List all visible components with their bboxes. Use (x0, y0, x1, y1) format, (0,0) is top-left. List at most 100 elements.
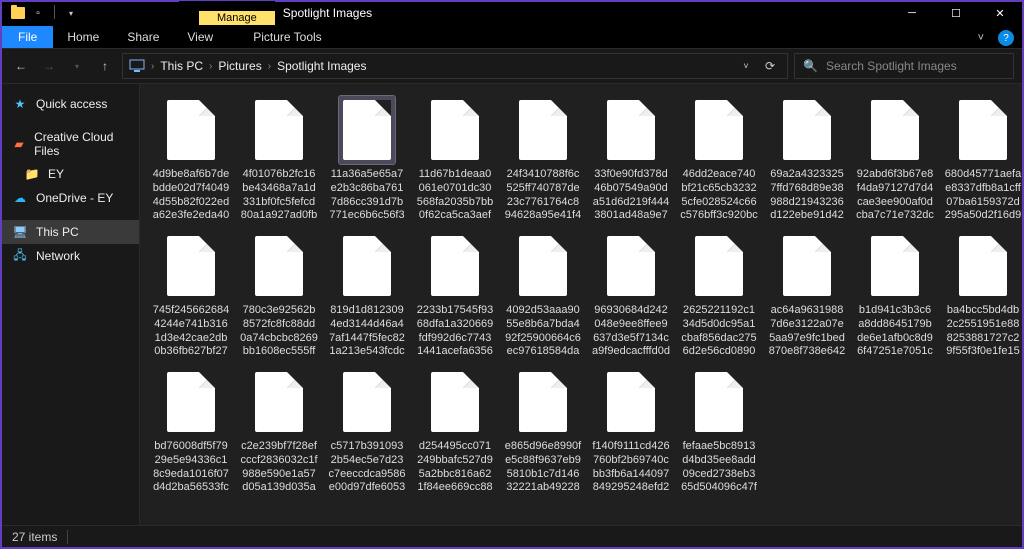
chevron-right-icon: › (151, 61, 154, 72)
file-item[interactable]: ba4bcc5bd4db2c2551951e888253881727c29f55… (942, 232, 1022, 358)
file-item[interactable]: 96930684d242048e9ee8ffee9637d3e5f7134ca9… (590, 232, 672, 358)
nav-forward-button[interactable]: → (38, 55, 60, 77)
file-name: 2625221192c134d5d0dc95a1cbaf856dac2756d2… (678, 304, 760, 358)
file-item[interactable]: f140f9111cd426760bf2b69740cbb3fb6a144097… (590, 368, 672, 494)
file-item[interactable]: 2233b17545f9368dfa1a320669fdf992d6c77431… (414, 232, 496, 358)
sidebar-item-this-pc[interactable]: 🖥This PC (2, 220, 139, 244)
file-name: 33f0e90fd378d46b07549a90da51d6d219f44438… (590, 168, 672, 222)
file-item[interactable]: 11a36a5e65a7e2b3c86ba7617d86cc391d7b771e… (326, 96, 408, 222)
sidebar-item-creative-cloud-files[interactable]: ▰Creative Cloud Files (2, 126, 139, 162)
file-icon (167, 372, 215, 432)
file-name: d254495cc071249bbafc527d95a2bbc816a621f8… (414, 440, 496, 494)
file-name: ac64a96319887d6e3122a07e5aa97e9fc1bed870… (766, 304, 848, 358)
file-name: 69a2a43233257ffd768d89e38988d21943236d12… (766, 168, 848, 222)
file-name: 92abd6f3b67e8f4da97127d7d4cae3ee900af0dc… (854, 168, 936, 222)
tab-view[interactable]: View (173, 26, 227, 48)
window-title: Spotlight Images (283, 6, 372, 20)
nav-up-button[interactable]: ↑ (94, 55, 116, 77)
file-item[interactable]: 4f01076b2fc16be43468a7a1d331bf0fc5fefcd8… (238, 96, 320, 222)
file-item[interactable]: 92abd6f3b67e8f4da97127d7d4cae3ee900af0dc… (854, 96, 936, 222)
file-icon (695, 236, 743, 296)
file-icon (959, 100, 1007, 160)
cloud-icon: ☁ (12, 190, 28, 206)
file-item[interactable]: e865d96e8990fe5c88f9637eb95810b1c7d14632… (502, 368, 584, 494)
file-item[interactable]: 4d9be8af6b7debdde02d7f40494d55b82f022eda… (150, 96, 232, 222)
breadcrumb-dropdown-icon[interactable]: ˅ (735, 54, 757, 78)
file-name: 680d45771aefae8337dfb8a1cff07ba6159372d2… (942, 168, 1022, 222)
file-icon (255, 236, 303, 296)
file-item[interactable]: d254495cc071249bbafc527d95a2bbc816a621f8… (414, 368, 496, 494)
navigation-pane: ★ Quick access ▰Creative Cloud Files📁EY☁On… (2, 84, 140, 525)
breadcrumb-current[interactable]: Spotlight Images (277, 59, 366, 73)
file-name: c5717b3910932b54ec5e7d23c7eeccdca9586e00… (326, 440, 408, 494)
sidebar-item-label: Quick access (36, 97, 107, 111)
file-name: f140f9111cd426760bf2b69740cbb3fb6a144097… (590, 440, 672, 494)
file-icon (431, 372, 479, 432)
cc-icon: ▰ (12, 136, 26, 152)
star-icon: ★ (12, 96, 28, 112)
file-name: 24f3410788f6c525ff740787de23c7761764c894… (502, 168, 584, 222)
help-icon[interactable]: ? (998, 30, 1014, 46)
pc-icon (129, 59, 145, 73)
file-item[interactable]: ac64a96319887d6e3122a07e5aa97e9fc1bed870… (766, 232, 848, 358)
file-item[interactable]: c5717b3910932b54ec5e7d23c7eeccdca9586e00… (326, 368, 408, 494)
status-item-count: 27 items (12, 530, 57, 544)
file-name: 2233b17545f9368dfa1a320669fdf992d6c77431… (414, 304, 496, 358)
sidebar-item-quick-access[interactable]: ★ Quick access (2, 92, 139, 116)
ribbon-collapse-icon[interactable]: ˅ (968, 28, 994, 48)
refresh-button[interactable]: ⟳ (759, 54, 781, 78)
search-input[interactable] (826, 59, 1005, 73)
sidebar-item-label: This PC (36, 225, 79, 239)
sidebar-item-onedrive-ey[interactable]: ☁OneDrive - EY (2, 186, 139, 210)
tab-share[interactable]: Share (113, 26, 173, 48)
file-item[interactable]: 69a2a43233257ffd768d89e38988d21943236d12… (766, 96, 848, 222)
file-item[interactable]: bd76008df5f7929e5e94336c18c9eda1016f07d4… (150, 368, 232, 494)
file-item[interactable]: fefaae5bc8913d4bd35ee8add09ced2738eb365d… (678, 368, 760, 494)
breadcrumb[interactable]: › This PC › Pictures › Spotlight Images … (122, 53, 788, 79)
file-item[interactable]: 4092d53aaa9055e8b6a7bda492f25900664c6ec9… (502, 232, 584, 358)
file-item[interactable]: 745f2456626844244e741b3161d3e42cae2db0b3… (150, 232, 232, 358)
file-item[interactable]: 33f0e90fd378d46b07549a90da51d6d219f44438… (590, 96, 672, 222)
close-button[interactable]: ✕ (978, 2, 1022, 24)
file-icon (519, 372, 567, 432)
file-item[interactable]: 11d67b1deaa0061e0701dc30568fa2035b7bb0f6… (414, 96, 496, 222)
file-item[interactable]: c2e239bf7f28efcccf2836032c1f988e590e1a57… (238, 368, 320, 494)
sidebar-item-label: EY (48, 167, 64, 181)
tab-picture-tools[interactable]: Picture Tools (239, 26, 335, 48)
file-item[interactable]: b1d941c3b3c6a8dd8645179bde6e1afb0c8d96f4… (854, 232, 936, 358)
file-icon (343, 236, 391, 296)
file-name: ba4bcc5bd4db2c2551951e888253881727c29f55… (942, 304, 1022, 358)
file-item[interactable]: 2625221192c134d5d0dc95a1cbaf856dac2756d2… (678, 232, 760, 358)
tab-home[interactable]: Home (53, 26, 113, 48)
file-name: c2e239bf7f28efcccf2836032c1f988e590e1a57… (238, 440, 320, 494)
nav-back-button[interactable]: ← (10, 55, 32, 77)
file-list-pane[interactable]: 4d9be8af6b7debdde02d7f40494d55b82f022eda… (140, 84, 1022, 525)
file-name: fefaae5bc8913d4bd35ee8add09ced2738eb365d… (678, 440, 760, 494)
file-item[interactable]: 780c3e92562b8572fc8fc88dd0a74cbcbc8269bb… (238, 232, 320, 358)
breadcrumb-pictures[interactable]: Pictures (218, 59, 261, 73)
qat-dropdown-icon[interactable]: ▾ (63, 5, 79, 21)
file-icon (959, 236, 1007, 296)
file-item[interactable]: 24f3410788f6c525ff740787de23c7761764c894… (502, 96, 584, 222)
file-name: 11d67b1deaa0061e0701dc30568fa2035b7bb0f6… (414, 168, 496, 222)
chevron-right-icon: › (209, 61, 212, 72)
quick-access-toolbar-icon[interactable] (10, 5, 26, 21)
minimize-button[interactable]: ─ (890, 2, 934, 24)
file-item[interactable]: 680d45771aefae8337dfb8a1cff07ba6159372d2… (942, 96, 1022, 222)
search-box[interactable]: 🔍 (794, 53, 1014, 79)
nav-history-dropdown[interactable]: ▾ (66, 55, 88, 77)
sidebar-item-network[interactable]: 🖧Network (2, 244, 139, 268)
file-icon (167, 100, 215, 160)
file-icon (255, 100, 303, 160)
file-item[interactable]: 46dd2eace740bf21c65cb32325cfe028524c66c5… (678, 96, 760, 222)
search-icon: 🔍 (803, 59, 818, 73)
qat-item-icon[interactable]: ▫ (30, 5, 46, 21)
file-icon (607, 372, 655, 432)
file-tab[interactable]: File (2, 26, 53, 48)
sidebar-item-ey[interactable]: 📁EY (2, 162, 139, 186)
contextual-tab-label: Manage (199, 11, 275, 25)
file-icon (519, 100, 567, 160)
breadcrumb-this-pc[interactable]: This PC (160, 59, 203, 73)
maximize-button[interactable]: ☐ (934, 2, 978, 24)
file-item[interactable]: 819d1d8123094ed3144d46a47af1447f5fec821a… (326, 232, 408, 358)
